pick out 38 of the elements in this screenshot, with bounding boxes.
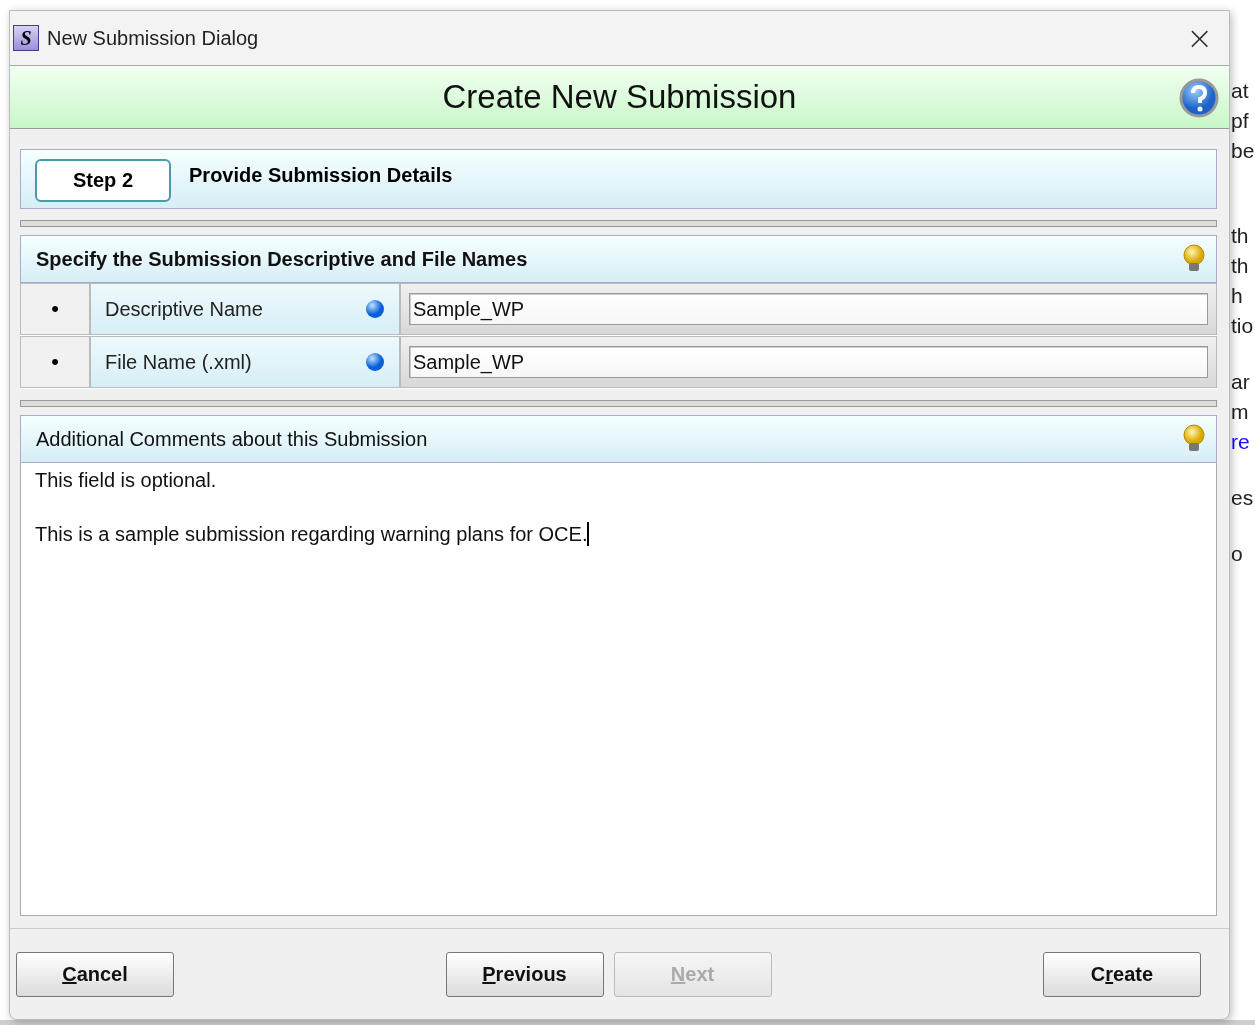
close-button[interactable]: × <box>1182 22 1217 54</box>
background-text: pf <box>1231 108 1250 134</box>
create-button[interactable]: Create <box>1043 951 1201 997</box>
bullet-cell: • <box>20 283 90 335</box>
app-icon: S <box>13 25 39 51</box>
lightbulb-icon <box>1182 424 1206 454</box>
bullet-cell: • <box>20 336 90 388</box>
background-text: at <box>1231 78 1250 104</box>
text-cursor <box>587 522 590 546</box>
previous-button[interactable]: Previous <box>445 951 604 997</box>
comments-hint: This field is optional. <box>35 469 218 492</box>
input-field[interactable]: Sample_WP <box>409 293 1208 325</box>
comments-field[interactable]: This field is optional. This is a sample submission regarding warning plans for OCE. <box>20 463 1217 916</box>
required-dot-icon <box>365 299 385 319</box>
comments-text: This is a sample submission regarding warning plans for OCE. <box>35 523 588 545</box>
window-title: New Submission Dialog <box>47 26 260 50</box>
step-title: Provide Submission Details <box>189 164 453 187</box>
lightbulb-icon <box>1182 244 1206 274</box>
background-text: th <box>1231 223 1250 249</box>
background-text: h <box>1231 283 1244 309</box>
step-badge: Step 2 <box>35 159 172 202</box>
section-title: Specify the Submission Descriptive and File Names <box>36 247 528 271</box>
background-text: es <box>1231 485 1255 511</box>
background-text: o <box>1231 541 1244 567</box>
cancel-button[interactable]: Cancel <box>16 951 174 997</box>
background-link[interactable]: re <box>1231 427 1255 457</box>
background-text: m <box>1231 399 1250 425</box>
help-icon[interactable] <box>1179 78 1219 118</box>
section-title: Additional Comments about this Submission <box>36 427 428 451</box>
background-text: tio <box>1231 313 1255 339</box>
background-text: ar <box>1231 369 1251 395</box>
background-text: be <box>1231 138 1255 164</box>
background-text: th <box>1231 253 1250 279</box>
field-label: Descriptive Name <box>105 297 263 321</box>
input-field[interactable]: Sample_WP <box>409 346 1208 378</box>
field-label: File Name (.xml) <box>105 350 252 374</box>
banner-title: Create New Submission <box>442 78 797 116</box>
required-dot-icon <box>365 352 385 372</box>
